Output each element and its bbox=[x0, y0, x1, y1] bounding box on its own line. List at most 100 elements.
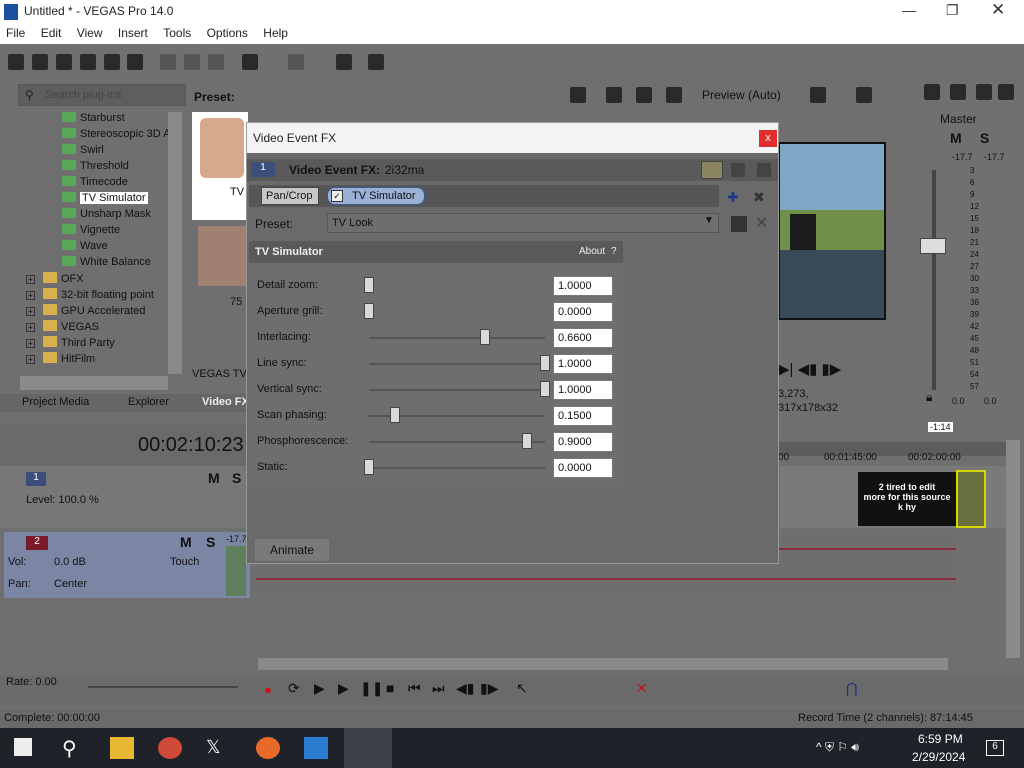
grid-icon[interactable] bbox=[810, 87, 826, 103]
plugin-item-selected[interactable]: TV Simulator bbox=[62, 192, 148, 208]
param-value-input[interactable]: 1.0000 bbox=[553, 380, 613, 400]
play-from-start-button[interactable]: ▶ bbox=[314, 680, 325, 697]
file-explorer-icon[interactable] bbox=[110, 737, 134, 759]
param-slider-track[interactable] bbox=[369, 389, 545, 391]
param-slider-thumb[interactable] bbox=[364, 303, 374, 319]
normal-edit-tool[interactable]: ↖ bbox=[516, 680, 528, 697]
master-fader[interactable] bbox=[920, 238, 946, 254]
video-event-clip[interactable]: 2 tired to edit more for this source k h… bbox=[858, 472, 956, 526]
animate-button[interactable]: Animate bbox=[255, 539, 329, 561]
menu-file[interactable]: File bbox=[0, 24, 31, 40]
plugin-chain-icon[interactable]: ✚ bbox=[727, 189, 739, 206]
plugin-item[interactable]: Stereoscopic 3D A bbox=[62, 128, 171, 144]
dim-icon[interactable] bbox=[976, 84, 992, 100]
lock-icon[interactable]: 🔒︎ bbox=[926, 390, 932, 405]
chain-item-pan-crop[interactable]: Pan/Crop bbox=[261, 187, 319, 205]
cut-icon[interactable] bbox=[160, 54, 176, 70]
track-1-solo[interactable]: S bbox=[232, 470, 241, 486]
folder-item[interactable]: +32-bit floating point bbox=[26, 288, 154, 304]
notification-count[interactable]: 6 bbox=[986, 740, 1004, 756]
hand-icon[interactable] bbox=[336, 54, 352, 70]
tree-hscrollbar[interactable] bbox=[20, 376, 168, 390]
preview-quality[interactable]: Preview (Auto) bbox=[702, 88, 781, 102]
automation-mode[interactable]: Touch bbox=[170, 556, 199, 568]
param-slider-thumb[interactable] bbox=[540, 355, 550, 371]
search-input[interactable]: Search plug-ins bbox=[45, 89, 121, 101]
plugin-item[interactable]: Swirl bbox=[62, 144, 104, 160]
undo-icon[interactable] bbox=[242, 54, 258, 70]
rate-slider[interactable] bbox=[88, 686, 238, 688]
next-frame-button[interactable]: ▮▶ bbox=[480, 680, 498, 697]
track-2-mute[interactable]: M bbox=[180, 534, 192, 550]
master-solo[interactable]: S bbox=[980, 130, 989, 146]
plugin-item[interactable]: Starburst bbox=[62, 112, 125, 128]
help-icon[interactable] bbox=[368, 54, 384, 70]
param-value-input[interactable]: 0.0000 bbox=[553, 302, 613, 322]
video-event-clip-selected[interactable] bbox=[956, 470, 986, 528]
param-value-input[interactable]: 0.6600 bbox=[553, 328, 613, 348]
folder-item[interactable]: + HitFilm bbox=[26, 352, 95, 368]
param-slider-thumb[interactable] bbox=[522, 433, 533, 449]
tab-project-media[interactable]: Project Media bbox=[22, 396, 89, 408]
tab-explorer[interactable]: Explorer bbox=[128, 396, 169, 408]
search-icon[interactable]: ⚲ bbox=[62, 736, 86, 760]
param-slider-track[interactable] bbox=[369, 467, 545, 469]
tab-video-fx[interactable]: Video FX bbox=[202, 396, 249, 408]
delete-icon[interactable]: ✕ bbox=[636, 680, 648, 697]
split-screen-icon[interactable] bbox=[636, 87, 652, 103]
plugin-item[interactable]: Vignette bbox=[62, 224, 120, 240]
plugin-item[interactable]: White Balance bbox=[62, 256, 151, 272]
delete-preset-icon[interactable]: ✕ bbox=[755, 213, 768, 233]
snapping-icon[interactable]: ⋂ bbox=[846, 680, 857, 697]
new-icon[interactable] bbox=[8, 54, 24, 70]
search-box[interactable]: ⚲ Search plug-ins bbox=[18, 84, 186, 106]
prev-frame-button[interactable]: ◀▮ bbox=[456, 680, 474, 697]
save-as-icon[interactable] bbox=[80, 54, 96, 70]
mixer-icon[interactable] bbox=[998, 84, 1014, 100]
save-preset-icon[interactable] bbox=[731, 216, 747, 232]
param-slider-track[interactable] bbox=[369, 441, 545, 443]
menu-edit[interactable]: Edit bbox=[35, 24, 68, 40]
menu-tools[interactable]: Tools bbox=[157, 24, 197, 40]
open-icon[interactable] bbox=[32, 54, 48, 70]
pause-button[interactable]: ❚❚ bbox=[360, 680, 383, 697]
preview-settings-icon[interactable] bbox=[570, 87, 586, 103]
preset-thumb-2[interactable] bbox=[198, 226, 248, 286]
save-icon[interactable] bbox=[56, 54, 72, 70]
param-slider-thumb[interactable] bbox=[390, 407, 401, 423]
properties-gear-icon[interactable] bbox=[127, 54, 143, 70]
about-link[interactable]: About bbox=[579, 246, 605, 257]
param-slider-track[interactable] bbox=[369, 337, 545, 339]
param-slider-thumb[interactable] bbox=[480, 329, 491, 345]
dialog-close-button[interactable]: x bbox=[759, 130, 777, 147]
track-2-solo[interactable]: S bbox=[206, 534, 215, 550]
tree-scrollbar[interactable] bbox=[168, 112, 182, 374]
plugin-item[interactable]: Threshold bbox=[62, 160, 129, 176]
tray-icons[interactable]: ^ ⛨ ⚐ 🔊︎ bbox=[816, 740, 859, 755]
track-1-mute[interactable]: M bbox=[208, 470, 220, 486]
render-icon[interactable] bbox=[104, 54, 120, 70]
play-button[interactable]: ▶ bbox=[338, 680, 349, 697]
plugin-item[interactable]: Unsharp Mask bbox=[62, 208, 151, 224]
plugin-item[interactable]: Wave bbox=[62, 240, 108, 256]
param-slider-track[interactable] bbox=[369, 363, 545, 365]
param-value-input[interactable]: 0.1500 bbox=[553, 406, 613, 426]
param-value-input[interactable]: 0.0000 bbox=[553, 458, 613, 478]
master-settings-icon[interactable] bbox=[924, 84, 940, 100]
vegas-pro-taskbar-icon[interactable] bbox=[344, 728, 392, 768]
param-value-input[interactable]: 1.0000 bbox=[553, 276, 613, 296]
master-mute[interactable]: M bbox=[950, 130, 962, 146]
overlay-icon[interactable] bbox=[666, 87, 682, 103]
chrome-icon[interactable] bbox=[158, 737, 182, 759]
firefox-icon[interactable] bbox=[256, 737, 280, 759]
param-slider-thumb[interactable] bbox=[364, 459, 374, 475]
external-monitor-icon[interactable] bbox=[606, 87, 622, 103]
folder-item[interactable]: + Third Party bbox=[26, 336, 115, 352]
folder-item[interactable]: + VEGAS bbox=[26, 320, 99, 336]
timeline-vscrollbar[interactable] bbox=[1006, 440, 1020, 658]
param-slider-thumb[interactable] bbox=[364, 277, 374, 293]
menu-insert[interactable]: Insert bbox=[112, 24, 154, 40]
checkbox-icon[interactable]: ✓ bbox=[331, 190, 343, 202]
menu-help[interactable]: Help bbox=[257, 24, 294, 40]
remove-plugin-icon[interactable]: ✖ bbox=[753, 189, 765, 206]
